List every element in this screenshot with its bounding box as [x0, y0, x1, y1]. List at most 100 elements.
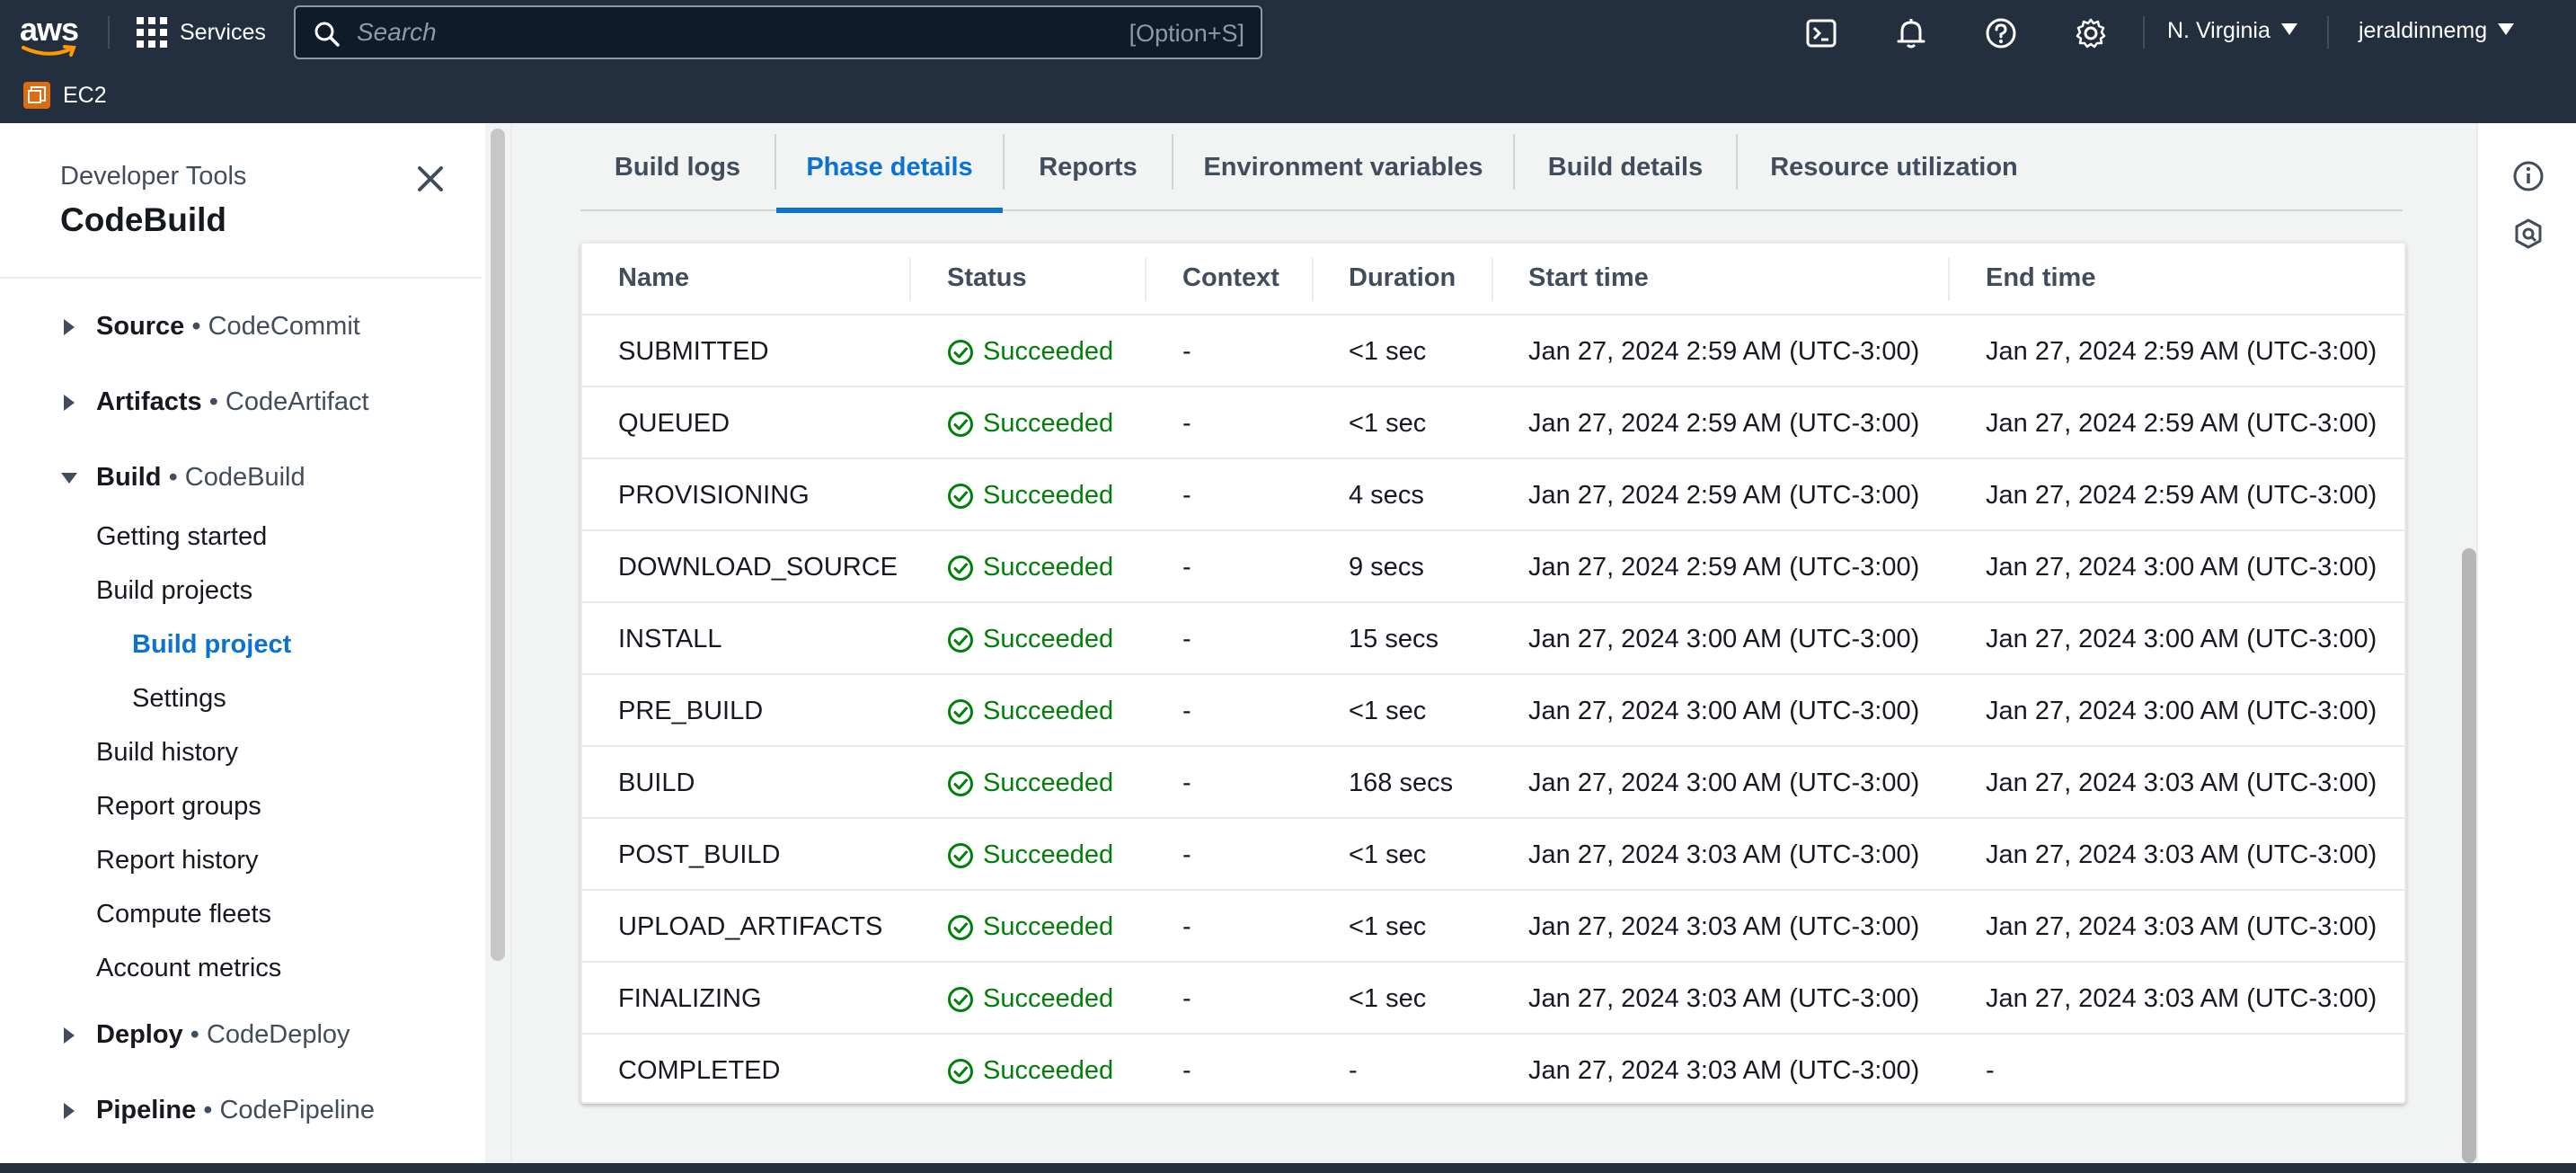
status-label: Succeeded — [983, 697, 1114, 725]
cell-context: - — [1182, 409, 1191, 438]
sidebar-product-title[interactable]: CodeBuild — [60, 201, 226, 239]
sidebar-section-label: Source — [96, 312, 185, 341]
cell-context: - — [1182, 1056, 1191, 1085]
success-check-icon — [948, 411, 973, 437]
cell-duration: <1 sec — [1349, 697, 1427, 725]
column-separator — [1492, 258, 1493, 301]
tab-resource-utilization[interactable]: Resource utilization — [1738, 123, 2050, 211]
cell-name: BUILD — [618, 769, 695, 797]
success-check-icon — [948, 339, 973, 365]
column-header-name: Name — [618, 263, 689, 292]
cell-context: - — [1182, 481, 1191, 510]
services-menu-button[interactable]: Services — [137, 16, 266, 49]
aws-logo[interactable]: aws — [20, 11, 79, 57]
cell-status: Succeeded — [947, 769, 1113, 798]
cell-end-time: Jan 27, 2024 3:00 AM (UTC-3:00) — [1986, 625, 2377, 653]
side-navigation: Developer Tools CodeBuild Source • CodeC… — [0, 123, 482, 1163]
cell-context: - — [1182, 625, 1191, 653]
sidebar-item-account-metrics[interactable]: Account metrics — [96, 954, 281, 983]
column-separator — [1145, 258, 1146, 301]
main-scrollbar-thumb[interactable] — [2462, 548, 2476, 1163]
notifications-bell-icon[interactable] — [1893, 15, 1929, 51]
cell-end-time: Jan 27, 2024 2:59 AM (UTC-3:00) — [1986, 481, 2377, 510]
table-row: FINALIZING Succeeded - <1 sec Jan 27, 2024 3… — [582, 961, 2404, 1033]
cell-start-time: Jan 27, 2024 3:00 AM (UTC-3:00) — [1528, 769, 1920, 797]
cell-end-time: Jan 27, 2024 3:03 AM (UTC-3:00) — [1986, 984, 2377, 1013]
sidebar-item-build-projects[interactable]: Build projects — [96, 576, 252, 606]
caret-right-icon — [60, 394, 78, 412]
services-label: Services — [180, 19, 266, 45]
cell-start-time: Jan 27, 2024 2:59 AM (UTC-3:00) — [1528, 337, 1920, 366]
status-label: Succeeded — [983, 625, 1114, 653]
table-row: UPLOAD_ARTIFACTS Succeeded - <1 sec Jan 27, … — [582, 889, 2404, 961]
sidebar-item-compute-fleets[interactable]: Compute fleets — [96, 900, 271, 929]
search-input[interactable] — [357, 7, 1076, 58]
status-label: Succeeded — [983, 409, 1114, 438]
column-separator — [1312, 258, 1314, 301]
favorite-ec2-link[interactable]: EC2 — [63, 83, 107, 109]
table-row: DOWNLOAD_SOURCE Succeeded - 9 secs Jan 27, 2… — [582, 529, 2404, 601]
info-icon[interactable] — [2511, 159, 2545, 193]
sidebar-item-report-history[interactable]: Report history — [96, 846, 259, 875]
cell-status: Succeeded — [947, 409, 1113, 439]
cell-start-time: Jan 27, 2024 2:59 AM (UTC-3:00) — [1528, 481, 1920, 510]
sidebar-scrollbar-thumb[interactable] — [491, 129, 505, 961]
region-label: N. Virginia — [2167, 18, 2271, 43]
cell-context: - — [1182, 553, 1191, 582]
sidebar-item-build-project[interactable]: Build project — [132, 630, 291, 660]
sidebar-section-service: • CodeBuild — [168, 463, 305, 492]
settings-gear-icon[interactable] — [2073, 15, 2109, 51]
cell-end-time: Jan 27, 2024 3:03 AM (UTC-3:00) — [1986, 840, 2377, 869]
sidebar-section-pipeline[interactable]: Pipeline • CodePipeline — [60, 1096, 375, 1125]
cell-status: Succeeded — [947, 840, 1113, 870]
sidebar-section-deploy[interactable]: Deploy • CodeDeploy — [60, 1020, 350, 1050]
cell-duration: <1 sec — [1349, 337, 1427, 366]
success-check-icon — [948, 1058, 973, 1084]
table-row: INSTALL Succeeded - 15 secs Jan 27, 2024 3:0… — [582, 601, 2404, 673]
account-name: jeraldinnemg — [2359, 18, 2488, 43]
help-icon[interactable] — [1983, 15, 2019, 51]
cell-context: - — [1182, 912, 1191, 941]
account-menu[interactable]: jeraldinnemg — [2359, 18, 2515, 44]
tab-phase-details[interactable]: Phase details — [776, 123, 1003, 213]
tab-build-logs[interactable]: Build logs — [580, 123, 775, 211]
sidebar-item-report-groups[interactable]: Report groups — [96, 792, 261, 822]
sidebar-section-service: • CodeArtifact — [208, 387, 369, 416]
column-header-context: Context — [1182, 263, 1279, 292]
success-check-icon — [948, 626, 973, 653]
cloudshell-icon[interactable] — [1803, 15, 1839, 51]
favorites-bar: EC2 — [0, 77, 107, 113]
feedback-icon[interactable] — [2511, 217, 2545, 251]
sidebar-section-artifacts[interactable]: Artifacts • CodeArtifact — [60, 387, 369, 417]
table-row: COMPLETED Succeeded - - Jan 27, 2024 3:03 AM… — [582, 1033, 2404, 1105]
status-label: Succeeded — [983, 337, 1114, 366]
status-label: Succeeded — [983, 840, 1114, 869]
cell-duration: <1 sec — [1349, 409, 1427, 438]
cell-end-time: Jan 27, 2024 3:00 AM (UTC-3:00) — [1986, 697, 2377, 725]
sidebar-item-build-history[interactable]: Build history — [96, 738, 238, 768]
sidebar-item-getting-started[interactable]: Getting started — [96, 522, 267, 552]
tab-build-details[interactable]: Build details — [1515, 123, 1736, 211]
caret-down-icon — [2280, 23, 2297, 35]
sidebar-section-build[interactable]: Build • CodeBuild — [60, 463, 305, 493]
tab-environment-variables[interactable]: Environment variables — [1173, 123, 1513, 211]
search-box[interactable]: [Option+S] — [294, 5, 1262, 59]
close-icon[interactable] — [415, 164, 446, 194]
cell-status: Succeeded — [947, 625, 1113, 654]
sidebar-section-source[interactable]: Source • CodeCommit — [60, 312, 360, 342]
cell-status: Succeeded — [947, 553, 1113, 582]
search-icon — [314, 22, 340, 47]
cell-duration: <1 sec — [1349, 984, 1427, 1013]
sidebar-item-settings[interactable]: Settings — [132, 684, 226, 714]
cell-start-time: Jan 27, 2024 2:59 AM (UTC-3:00) — [1528, 409, 1920, 438]
cell-name: PROVISIONING — [618, 481, 810, 510]
sidebar-section-label: Build — [96, 463, 162, 492]
cell-context: - — [1182, 984, 1191, 1013]
column-separator — [1948, 258, 1950, 301]
tab-reports[interactable]: Reports — [1005, 123, 1172, 211]
cell-start-time: Jan 27, 2024 2:59 AM (UTC-3:00) — [1528, 553, 1920, 582]
footer-bar — [0, 1163, 2576, 1173]
success-check-icon — [948, 770, 973, 796]
region-selector[interactable]: N. Virginia — [2167, 18, 2297, 44]
caret-right-icon — [60, 1026, 78, 1044]
